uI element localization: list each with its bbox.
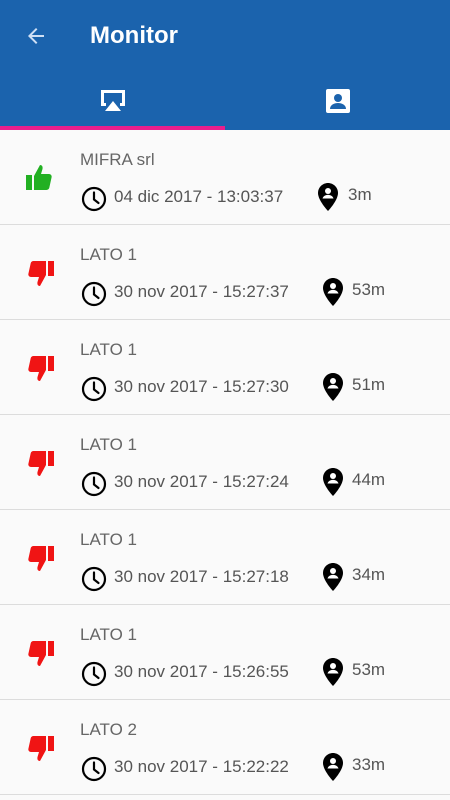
clock-icon (81, 661, 107, 687)
location-pin-icon (321, 562, 345, 592)
clock-icon (81, 376, 107, 402)
event-distance: 53m (352, 660, 386, 679)
thumb-down-icon (24, 447, 56, 479)
event-name: LATO 2 (80, 720, 138, 739)
clock-icon (81, 281, 107, 307)
location-pin-icon (316, 182, 340, 212)
event-distance: 44m (352, 470, 386, 489)
event-row[interactable]: LATO 1 30 nov 2017 - 15:27:24 44m (0, 415, 450, 510)
tab-monitor[interactable] (0, 72, 225, 130)
thumb-down-icon (24, 257, 56, 289)
back-button[interactable] (16, 18, 56, 54)
event-row[interactable]: LATO 1 30 nov 2017 - 15:26:55 53m (0, 605, 450, 700)
event-name: LATO 1 (80, 245, 138, 264)
event-time: 30 nov 2017 - 15:27:18 (114, 567, 289, 586)
event-time: 30 nov 2017 - 15:22:22 (114, 757, 289, 776)
event-time: 04 dic 2017 - 13:03:37 (114, 187, 284, 206)
clock-icon (81, 186, 107, 212)
thumb-down-icon (24, 732, 56, 764)
event-name: LATO 1 (80, 530, 138, 549)
page-title: Monitor (90, 22, 178, 49)
event-time: 30 nov 2017 - 15:27:24 (114, 472, 289, 491)
event-row[interactable]: LATO 1 30 nov 2017 - 15:27:30 51m (0, 320, 450, 415)
event-time: 30 nov 2017 - 15:27:30 (114, 377, 289, 396)
event-name: LATO 1 (80, 435, 138, 454)
clock-icon (81, 566, 107, 592)
event-distance: 3m (348, 185, 372, 204)
location-pin-icon (321, 752, 345, 782)
location-pin-icon (321, 467, 345, 497)
event-name: MIFRA srl (80, 150, 155, 169)
app-bar: Monitor (0, 0, 450, 130)
arrow-back-icon (28, 28, 44, 44)
event-distance: 53m (352, 280, 386, 299)
event-distance: 51m (352, 375, 386, 394)
clock-icon (81, 471, 107, 497)
event-distance: 34m (352, 565, 386, 584)
clock-icon (81, 756, 107, 782)
event-name: LATO 1 (80, 625, 138, 644)
contact-card-icon (325, 89, 350, 113)
tab-contacts[interactable] (225, 72, 450, 130)
thumb-down-icon (24, 352, 56, 384)
location-pin-icon (321, 372, 345, 402)
event-distance: 33m (352, 755, 386, 774)
thumb-down-icon (24, 542, 56, 574)
event-row[interactable]: LATO 1 30 nov 2017 - 15:27:37 53m (0, 225, 450, 320)
event-time: 30 nov 2017 - 15:26:55 (114, 662, 289, 681)
location-pin-icon (321, 277, 345, 307)
event-row[interactable]: LATO 2 30 nov 2017 - 15:22:22 33m (0, 700, 450, 795)
thumb-down-icon (24, 637, 56, 669)
event-row[interactable]: MIFRA srl 04 dic 2017 - 13:03:37 3m (0, 130, 450, 225)
cast-screen-icon (100, 90, 125, 111)
event-row[interactable]: LATO 1 30 nov 2017 - 15:27:18 34m (0, 510, 450, 605)
event-time: 30 nov 2017 - 15:27:37 (114, 282, 289, 301)
event-name: LATO 1 (80, 340, 138, 359)
thumb-up-icon (24, 162, 56, 194)
event-list: MIFRA srl 04 dic 2017 - 13:03:37 3m LATO 1 3… (0, 130, 450, 800)
location-pin-icon (321, 657, 345, 687)
tab-bar (0, 72, 450, 130)
